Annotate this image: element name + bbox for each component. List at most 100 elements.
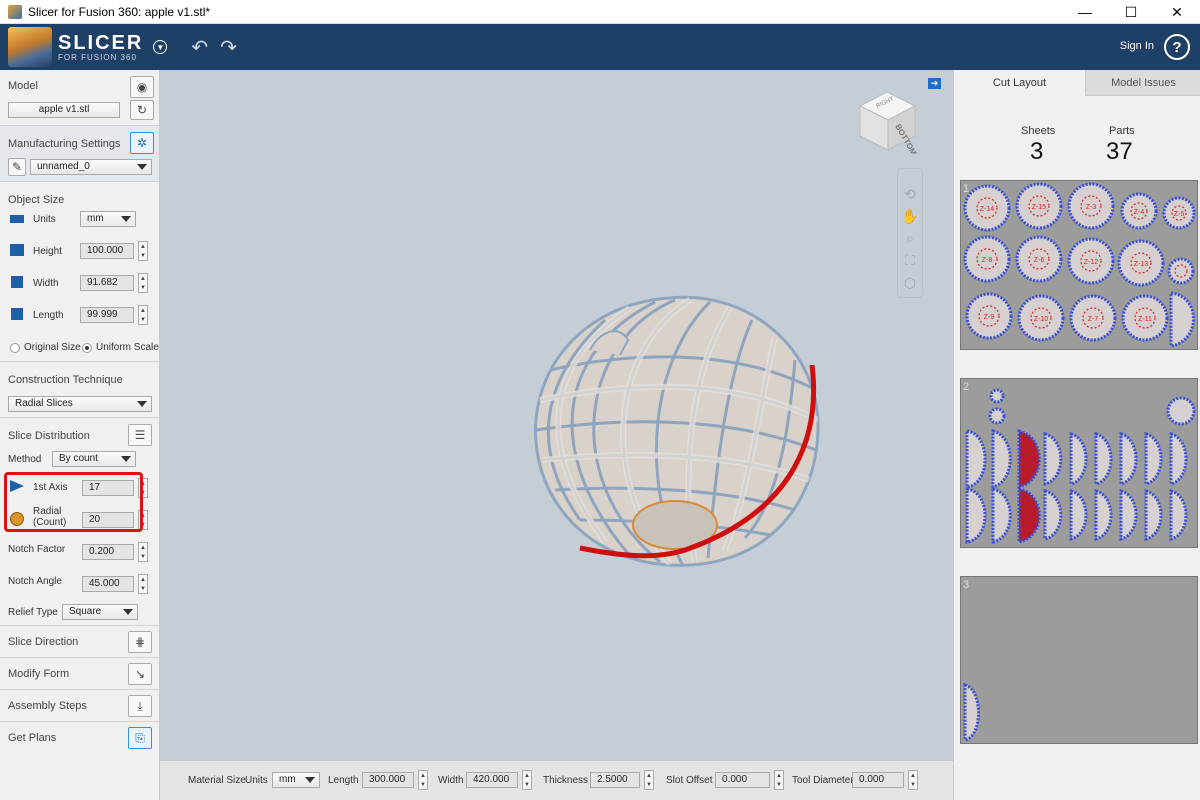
material-size-label: Material Size bbox=[188, 775, 246, 786]
edit-pencil-icon[interactable]: ✎ bbox=[8, 158, 26, 176]
tool-diameter-label: Tool Diameter bbox=[792, 775, 854, 786]
units-dropdown[interactable]: mm bbox=[80, 211, 136, 227]
original-size-label: Original Size bbox=[24, 342, 81, 353]
slot-offset-input[interactable]: 0.000 bbox=[715, 772, 770, 788]
slice-direction-icon[interactable]: ⋕ bbox=[128, 631, 152, 653]
part-label: Z-4 bbox=[1134, 209, 1145, 216]
maximize-button[interactable]: ☐ bbox=[1108, 0, 1154, 24]
assembly-steps-title: Assembly Steps bbox=[8, 700, 87, 712]
fit-icon[interactable]: ⛶ bbox=[900, 250, 920, 270]
height-stepper[interactable]: ▲ ▼ bbox=[138, 241, 148, 261]
width-input[interactable]: 91.682 bbox=[80, 275, 134, 291]
part-label: Z-6 bbox=[1034, 257, 1045, 264]
close-button[interactable]: ✕ bbox=[1154, 0, 1200, 24]
method-label: Method bbox=[8, 454, 42, 465]
tab-cut-layout[interactable]: Cut Layout bbox=[954, 70, 1085, 96]
modify-form-icon[interactable]: ↘ bbox=[128, 663, 152, 685]
material-width-input[interactable]: 420.000 bbox=[466, 772, 518, 788]
part-label: Z-14 bbox=[980, 206, 995, 213]
orbit-icon[interactable]: ⟲ bbox=[900, 184, 920, 204]
home-view-icon[interactable]: ⬡ bbox=[900, 273, 920, 293]
relief-type-dropdown[interactable]: Square bbox=[62, 604, 138, 620]
relief-type-label: Relief Type bbox=[8, 607, 58, 618]
get-plans-section[interactable]: Get Plans ⎘ bbox=[0, 722, 159, 754]
material-units-label: Units bbox=[245, 775, 268, 786]
thickness-input[interactable]: 2.5000 bbox=[590, 772, 640, 788]
sheets-count: 3 bbox=[1030, 138, 1044, 165]
assembly-steps-icon[interactable]: ⤓ bbox=[128, 695, 152, 717]
pan-hand-icon[interactable]: ✋ bbox=[900, 206, 920, 226]
width-label: Width bbox=[33, 278, 59, 289]
material-length-stepper[interactable]: ▲ ▼ bbox=[418, 770, 428, 790]
settings-gear-icon[interactable]: ✲ bbox=[130, 132, 154, 154]
part-label: Z-15 bbox=[1032, 204, 1047, 211]
material-width-label: Width bbox=[438, 775, 464, 786]
get-plans-icon[interactable]: ⎘ bbox=[128, 727, 152, 749]
sheet-3-parts bbox=[963, 683, 980, 742]
app-menu-dropdown-icon[interactable]: ▼ bbox=[153, 40, 168, 54]
slot-offset-label: Slot Offset bbox=[666, 775, 713, 786]
left-panel: Model ◉ apple v1.stl ↻ Manufacturing Set… bbox=[0, 70, 160, 800]
model-file-button[interactable]: apple v1.stl bbox=[8, 102, 120, 118]
material-width-stepper[interactable]: ▲ ▼ bbox=[522, 770, 532, 790]
sheet-1[interactable]: 1 Z-14 Z-15 Z-3 Z-4 Z-5 Z-8 Z-6 Z-12 Z-1… bbox=[960, 180, 1198, 350]
view-cube[interactable]: RIGHT BOTTOM bbox=[855, 84, 925, 154]
zoom-icon[interactable]: ⌕ bbox=[900, 228, 920, 248]
notch-factor-stepper[interactable]: ▲ ▼ bbox=[138, 542, 148, 562]
eye-icon[interactable]: ◉ bbox=[130, 76, 154, 98]
notch-factor-input[interactable]: 0.200 bbox=[82, 544, 134, 560]
part-label: Z-9 bbox=[984, 314, 995, 321]
uniform-scale-radio[interactable] bbox=[82, 343, 92, 353]
material-units-dropdown[interactable]: mm bbox=[272, 772, 320, 788]
preset-dropdown[interactable]: unnamed_0 bbox=[30, 159, 152, 175]
length-stepper[interactable]: ▲ ▼ bbox=[138, 305, 148, 325]
length-input[interactable]: 99.999 bbox=[80, 307, 134, 323]
notch-factor-label: Notch Factor bbox=[8, 544, 66, 555]
apple-slice-model[interactable] bbox=[520, 280, 840, 580]
relief-type-value: Square bbox=[69, 606, 102, 617]
assembly-steps-section[interactable]: Assembly Steps ⤓ bbox=[0, 690, 159, 722]
parts-label: Parts bbox=[1109, 125, 1135, 137]
slicer-logo-icon bbox=[8, 27, 52, 67]
logo: SLICER FOR FUSION 360 bbox=[58, 33, 143, 62]
tab-model-issues[interactable]: Model Issues bbox=[1085, 70, 1200, 96]
construction-title: Construction Technique bbox=[8, 374, 123, 386]
slot-offset-stepper[interactable]: ▲ ▼ bbox=[774, 770, 784, 790]
distribution-options-icon[interactable]: ☰ bbox=[128, 424, 152, 446]
method-dropdown[interactable]: By count bbox=[52, 451, 136, 467]
width-icon bbox=[11, 276, 23, 288]
construction-dropdown[interactable]: Radial Slices bbox=[8, 396, 152, 412]
redo-icon[interactable]: ↷ bbox=[220, 35, 237, 60]
app-header: SLICER FOR FUSION 360 ▼ ↶ ↷ Sign In ? bbox=[0, 24, 1200, 70]
slice-direction-title: Slice Direction bbox=[8, 636, 79, 648]
help-icon[interactable]: ? bbox=[1164, 34, 1190, 60]
minimize-button[interactable]: — bbox=[1062, 0, 1108, 24]
sign-in-link[interactable]: Sign In bbox=[1120, 40, 1154, 52]
width-stepper[interactable]: ▲ ▼ bbox=[138, 273, 148, 293]
notch-angle-input[interactable]: 45.000 bbox=[82, 576, 134, 592]
height-label: Height bbox=[33, 246, 62, 257]
part-label: Z-3 bbox=[1086, 204, 1097, 211]
undo-icon[interactable]: ↶ bbox=[191, 35, 208, 60]
refresh-icon[interactable]: ↻ bbox=[130, 100, 154, 120]
viewport-3d[interactable]: ➔ RIGHT BOTTOM ⟲ ✋ ⌕ ⛶ ⬡ bbox=[160, 70, 953, 760]
sheet-3[interactable]: 3 bbox=[960, 576, 1198, 744]
part-label: Z-12 bbox=[1084, 259, 1099, 266]
original-size-radio[interactable] bbox=[10, 343, 20, 353]
manufacturing-section: Manufacturing Settings ✲ ✎ unnamed_0 bbox=[0, 126, 159, 182]
material-length-input[interactable]: 300.000 bbox=[362, 772, 414, 788]
sheet-2[interactable]: 2 bbox=[960, 378, 1198, 548]
height-input[interactable]: 100.000 bbox=[80, 243, 134, 259]
tool-diameter-input[interactable]: 0.000 bbox=[852, 772, 904, 788]
notch-angle-stepper[interactable]: ▲ ▼ bbox=[138, 574, 148, 594]
thickness-stepper[interactable]: ▲ ▼ bbox=[644, 770, 654, 790]
slice-direction-section[interactable]: Slice Direction ⋕ bbox=[0, 626, 159, 658]
sheet-2-parts bbox=[965, 388, 1196, 544]
manufacturing-title: Manufacturing Settings bbox=[8, 138, 121, 150]
modify-form-section[interactable]: Modify Form ↘ bbox=[0, 658, 159, 690]
window-titlebar: Slicer for Fusion 360: apple v1.stl* — ☐… bbox=[0, 0, 1200, 24]
construction-value: Radial Slices bbox=[15, 398, 73, 409]
expand-panel-icon[interactable]: ➔ bbox=[928, 78, 941, 89]
thickness-label: Thickness bbox=[543, 775, 589, 786]
tool-diameter-stepper[interactable]: ▲ ▼ bbox=[908, 770, 918, 790]
